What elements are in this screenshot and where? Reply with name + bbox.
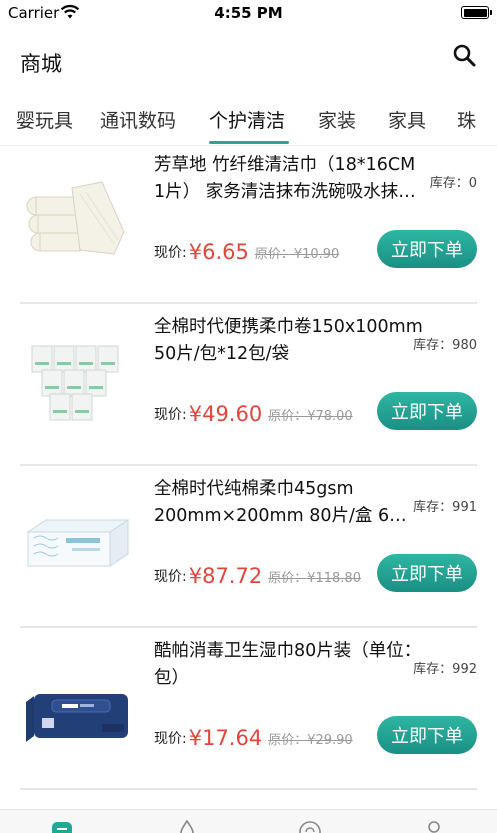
tab-toys[interactable]: 婴玩具: [16, 106, 73, 133]
order-now-button[interactable]: 立即下单: [377, 554, 477, 592]
product-card[interactable]: 全棉时代纯棉柔巾45gsm 200mm×200mm 80片/盒 6… 库存：99…: [20, 468, 477, 628]
status-bar: Carrier 4:55 PM: [0, 0, 497, 26]
stock-info: 库存：992: [413, 662, 477, 677]
product-card[interactable]: 酷帕消毒卫生湿巾80片装（单位：包） 库存：992 现价: ¥17.64 原价：…: [20, 630, 477, 790]
product-image: [22, 656, 132, 756]
tab-furniture[interactable]: 家具: [388, 106, 426, 133]
price-row: 现价: ¥17.64 原价：¥29.90: [154, 720, 353, 756]
original-price: 原价：¥78.00: [268, 408, 353, 424]
current-price: ¥6.65: [188, 240, 249, 264]
original-price: 原价：¥10.90: [254, 246, 340, 262]
price-row: 现价: ¥49.60 原价：¥78.00: [154, 396, 353, 432]
product-image: [22, 494, 132, 594]
product-title: 酷帕消毒卫生湿巾80片装（单位：包）: [154, 641, 422, 688]
tab-home-decor[interactable]: 家装: [318, 106, 356, 133]
original-price: 原价：¥118.80: [268, 570, 361, 586]
product-card[interactable]: 芳草地 竹纤维清洁巾（18*16CM 1片） 家务清洁抹布洗碗吸水抹… 库存：0…: [20, 146, 477, 304]
product-title: 全棉时代便携柔巾卷150x100mm 50片/包*12包/袋: [154, 317, 423, 364]
category-tabs: 婴玩具 通讯数码 个护清洁 家装 家具 珠: [0, 90, 497, 146]
clock: 4:55 PM: [214, 4, 283, 22]
nav-bar: 商城: [0, 26, 497, 90]
price-row: 现价: ¥87.72 原价：¥118.80: [154, 558, 361, 594]
current-price: ¥87.72: [188, 564, 263, 588]
tab-personal-care[interactable]: 个护清洁: [209, 106, 285, 133]
battery-icon: [461, 6, 492, 19]
current-price: ¥49.60: [188, 402, 263, 426]
product-card[interactable]: 全棉时代便携柔巾卷150x100mm 50片/包*12包/袋 库存：980 现价…: [20, 306, 477, 466]
discover-tab-icon[interactable]: [298, 820, 322, 833]
drop-tab-icon[interactable]: [177, 820, 197, 833]
current-price-label: 现价:: [154, 245, 187, 261]
tab-jewelry[interactable]: 珠: [457, 106, 476, 133]
product-image: [22, 170, 132, 270]
price-row: 现价: ¥6.65 原价：¥10.90: [154, 234, 339, 270]
current-price-label: 现价:: [154, 569, 187, 585]
current-price: ¥17.64: [188, 726, 263, 750]
profile-tab-icon[interactable]: [424, 820, 444, 833]
stock-info: 库存：991: [413, 500, 477, 515]
current-price-label: 现价:: [154, 731, 187, 747]
product-image: [22, 332, 132, 432]
page-title: 商城: [20, 52, 62, 76]
search-icon[interactable]: [451, 42, 479, 70]
order-now-button[interactable]: 立即下单: [377, 716, 477, 754]
mall-tab-icon[interactable]: [50, 820, 74, 833]
stock-info: 库存：980: [413, 338, 477, 353]
order-now-button[interactable]: 立即下单: [377, 230, 477, 268]
product-list: 芳草地 竹纤维清洁巾（18*16CM 1片） 家务清洁抹布洗碗吸水抹… 库存：0…: [0, 146, 497, 809]
product-title: 芳草地 竹纤维清洁巾（18*16CM 1片） 家务清洁抹布洗碗吸水抹…: [154, 155, 416, 202]
product-title: 全棉时代纯棉柔巾45gsm 200mm×200mm 80片/盒 6…: [154, 479, 407, 526]
current-price-label: 现价:: [154, 407, 187, 423]
stock-info: 库存：0: [429, 176, 477, 191]
tab-digital[interactable]: 通讯数码: [100, 106, 176, 133]
bottom-tab-bar: [0, 809, 497, 833]
active-tab-indicator: [209, 141, 289, 144]
original-price: 原价：¥29.90: [268, 732, 353, 748]
order-now-button[interactable]: 立即下单: [377, 392, 477, 430]
